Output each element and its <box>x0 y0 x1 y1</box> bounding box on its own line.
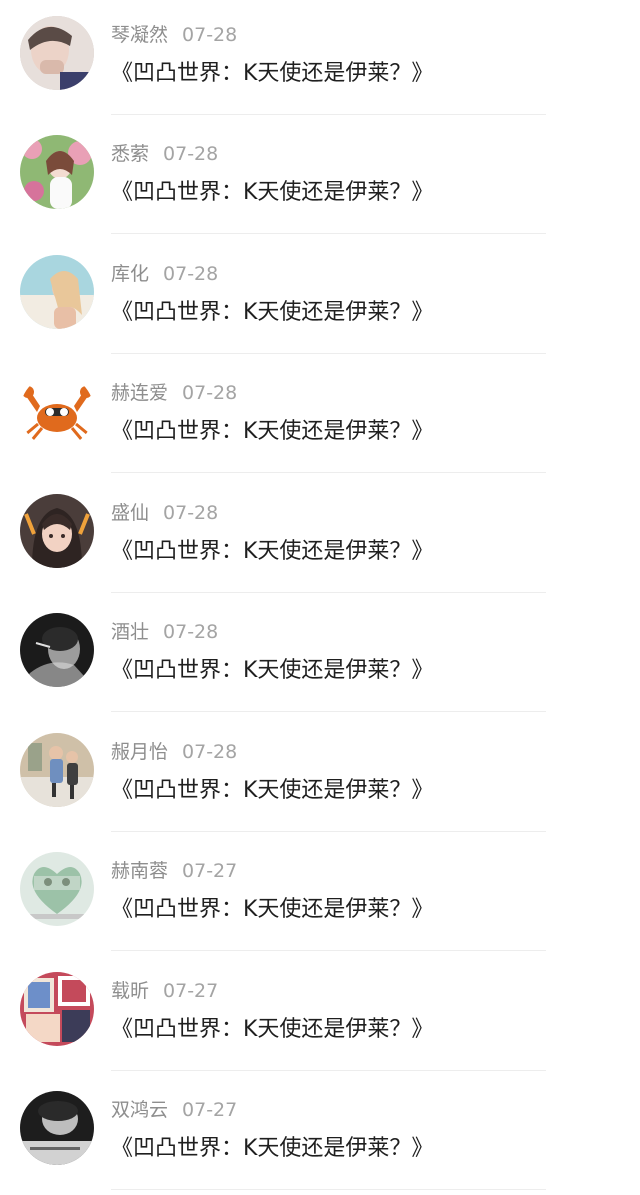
username[interactable]: 双鸿云 <box>111 1099 168 1121</box>
username[interactable]: 赧月怡 <box>111 741 168 763</box>
comment-text[interactable]: 《凹凸世界：K天使还是伊莱？》 <box>111 1131 433 1167</box>
comment-date: 07-28 <box>182 741 238 763</box>
username[interactable]: 赫连爱 <box>111 382 168 404</box>
avatar-anime-girl[interactable] <box>20 494 94 568</box>
username[interactable]: 酒壮 <box>111 621 149 643</box>
avatar-crab-cartoon[interactable] <box>20 374 94 448</box>
divider <box>111 114 546 115</box>
avatar-photo-dark-portrait[interactable] <box>20 1091 94 1165</box>
comment-date: 07-28 <box>182 382 238 404</box>
comment-date: 07-28 <box>163 143 219 165</box>
avatar-photo-woman-hand-over-face[interactable] <box>20 16 94 90</box>
divider <box>111 831 546 832</box>
comment-date: 07-27 <box>182 860 238 882</box>
username[interactable]: 库化 <box>111 263 149 285</box>
comment-text[interactable]: 《凹凸世界：K天使还是伊莱？》 <box>111 414 433 450</box>
divider <box>111 711 546 712</box>
username[interactable]: 琴凝然 <box>111 24 168 46</box>
divider <box>111 472 546 473</box>
divider <box>111 353 546 354</box>
avatar-heart-shaped-photo[interactable] <box>20 852 94 926</box>
comment-text[interactable]: 《凹凸世界：K天使还是伊莱？》 <box>111 295 433 331</box>
comment-item[interactable]: 盛仙 07-28 《凹凸世界：K天使还是伊莱？》 <box>0 478 640 598</box>
comment-item[interactable]: 载昕 07-27 《凹凸世界：K天使还是伊莱？》 <box>0 956 640 1076</box>
comment-item[interactable]: 库化 07-28 《凹凸世界：K天使还是伊莱？》 <box>0 239 640 359</box>
comment-text[interactable]: 《凹凸世界：K天使还是伊莱？》 <box>111 1012 433 1048</box>
divider <box>111 592 546 593</box>
divider <box>111 233 546 234</box>
divider <box>111 1189 546 1190</box>
divider <box>111 1070 546 1071</box>
comment-date: 07-28 <box>163 621 219 643</box>
comment-meta: 赫连爱 07-28 <box>111 378 237 408</box>
comment-text[interactable]: 《凹凸世界：K天使还是伊莱？》 <box>111 653 433 689</box>
comment-date: 07-27 <box>163 980 219 1002</box>
comment-meta: 双鸿云 07-27 <box>111 1095 237 1125</box>
comment-text[interactable]: 《凹凸世界：K天使还是伊莱？》 <box>111 892 433 928</box>
comment-item[interactable]: 赫连爱 07-28 《凹凸世界：K天使还是伊莱？》 <box>0 358 640 478</box>
username[interactable]: 悉萦 <box>111 143 149 165</box>
comment-text[interactable]: 《凹凸世界：K天使还是伊莱？》 <box>111 56 433 92</box>
avatar-photo-collage[interactable] <box>20 972 94 1046</box>
comment-meta: 悉萦 07-28 <box>111 139 218 169</box>
comment-item[interactable]: 琴凝然 07-28 《凹凸世界：K天使还是伊莱？》 <box>0 0 640 120</box>
username[interactable]: 盛仙 <box>111 502 149 524</box>
comment-date: 07-28 <box>163 263 219 285</box>
username[interactable]: 载昕 <box>111 980 149 1002</box>
comment-date: 07-28 <box>163 502 219 524</box>
comment-meta: 载昕 07-27 <box>111 976 218 1006</box>
comment-item[interactable]: 赧月怡 07-28 《凹凸世界：K天使还是伊莱？》 <box>0 717 640 837</box>
comment-date: 07-27 <box>182 1099 238 1121</box>
comment-meta: 琴凝然 07-28 <box>111 20 237 50</box>
comment-list: 琴凝然 07-28 《凹凸世界：K天使还是伊莱？》 悉萦 07-28 《凹凸世界：K天使还… <box>0 0 640 1190</box>
avatar-photo-blonde-woman-beach[interactable] <box>20 255 94 329</box>
comment-meta: 赫南蓉 07-27 <box>111 856 237 886</box>
comment-text[interactable]: 《凹凸世界：K天使还是伊莱？》 <box>111 175 433 211</box>
comment-date: 07-28 <box>182 24 238 46</box>
comment-item[interactable]: 悉萦 07-28 《凹凸世界：K天使还是伊莱？》 <box>0 119 640 239</box>
divider <box>111 950 546 951</box>
comment-text[interactable]: 《凹凸世界：K天使还是伊莱？》 <box>111 773 433 809</box>
comment-meta: 酒壮 07-28 <box>111 617 218 647</box>
comment-item[interactable]: 酒壮 07-28 《凹凸世界：K天使还是伊莱？》 <box>0 597 640 717</box>
username[interactable]: 赫南蓉 <box>111 860 168 882</box>
avatar-photo-girl-with-flowers[interactable] <box>20 135 94 209</box>
avatar-photo-couple-street[interactable] <box>20 733 94 807</box>
comment-meta: 库化 07-28 <box>111 259 218 289</box>
comment-text[interactable]: 《凹凸世界：K天使还是伊莱？》 <box>111 534 433 570</box>
avatar-photo-black-and-white-portrait[interactable] <box>20 613 94 687</box>
comment-item[interactable]: 双鸿云 07-27 《凹凸世界：K天使还是伊莱？》 <box>0 1075 640 1195</box>
comment-meta: 赧月怡 07-28 <box>111 737 237 767</box>
comment-item[interactable]: 赫南蓉 07-27 《凹凸世界：K天使还是伊莱？》 <box>0 836 640 956</box>
comment-meta: 盛仙 07-28 <box>111 498 218 528</box>
